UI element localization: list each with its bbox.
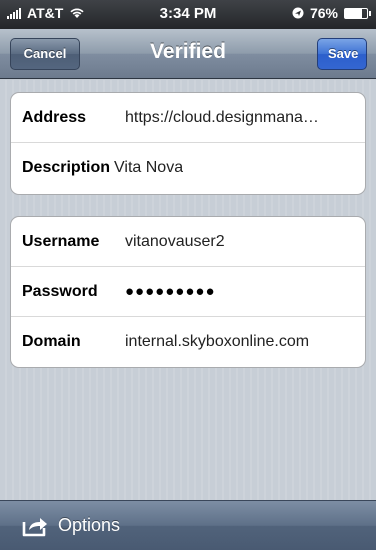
description-field[interactable]: Vita Nova	[114, 159, 183, 177]
description-label: Description	[22, 159, 111, 176]
options-button[interactable]: Options	[22, 515, 120, 537]
account-settings-group: Username vitanovauser2 Password ●●●●●●●●…	[10, 216, 366, 368]
status-right: 76%	[292, 5, 371, 21]
screen: AT&T 3:34 PM 76% Cancel Verified Save Ad…	[0, 0, 376, 550]
battery-percent: 76%	[309, 5, 338, 21]
address-label: Address	[22, 108, 87, 126]
password-row[interactable]: Password ●●●●●●●●●	[11, 267, 365, 317]
battery-icon	[344, 7, 371, 19]
username-label: Username	[22, 232, 100, 250]
battery-fill	[345, 8, 362, 18]
location-icon	[292, 7, 304, 19]
username-field[interactable]: vitanovauser2	[125, 233, 225, 251]
domain-row[interactable]: Domain internal.skyboxonline.com	[11, 317, 365, 367]
address-field[interactable]: https://cloud.designmana…	[125, 109, 319, 127]
options-label: Options	[58, 515, 121, 535]
address-row[interactable]: Address https://cloud.designmana…	[11, 93, 365, 143]
username-row[interactable]: Username vitanovauser2	[11, 217, 365, 267]
save-button[interactable]: Save	[317, 38, 367, 70]
server-settings-group: Address https://cloud.designmana… Descri…	[10, 92, 366, 195]
domain-label: Domain	[22, 333, 81, 350]
bottom-toolbar: Options	[0, 500, 376, 550]
description-row[interactable]: Description Vita Nova	[11, 143, 365, 193]
status-bar: AT&T 3:34 PM 76%	[0, 0, 376, 29]
password-label: Password	[22, 282, 98, 300]
navigation-bar: Cancel Verified Save	[0, 29, 376, 79]
domain-field[interactable]: internal.skyboxonline.com	[125, 333, 309, 351]
settings-content: Address https://cloud.designmana… Descri…	[0, 80, 376, 500]
password-field[interactable]: ●●●●●●●●●	[125, 283, 216, 300]
share-icon	[22, 517, 47, 536]
